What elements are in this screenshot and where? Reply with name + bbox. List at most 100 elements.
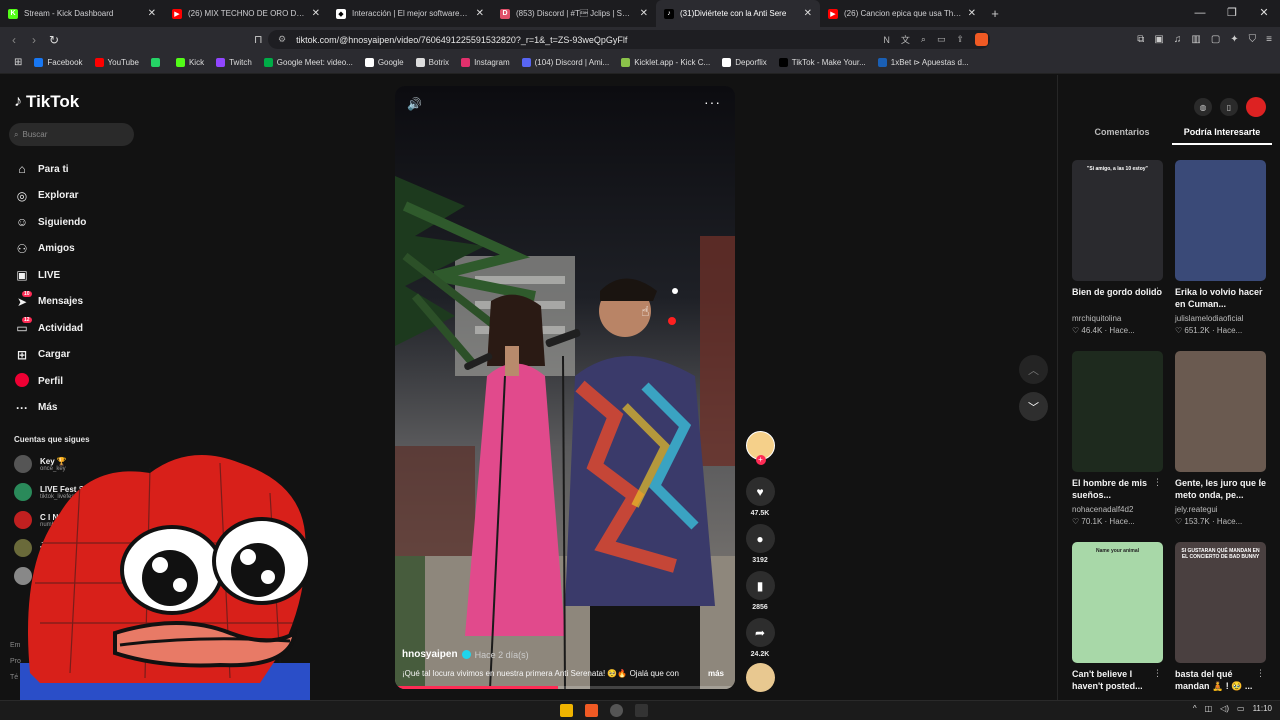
browser-tab[interactable]: K Stream - Kick Dashboard ✕ — [0, 0, 164, 27]
video-progress-bar[interactable] — [395, 686, 735, 689]
video-thumbnail[interactable] — [1175, 351, 1266, 472]
prev-video-button[interactable]: ︿ — [1019, 355, 1048, 384]
music-disc[interactable] — [744, 663, 776, 692]
reload-icon[interactable]: ↻ — [44, 33, 64, 47]
heart-icon[interactable]: ♥ — [745, 477, 775, 506]
video-card[interactable]: SI GUSTARAN QUÉ MANDAN EN EL CONCIERTO D… — [1175, 542, 1267, 692]
wallet-icon[interactable]: ▢ — [1211, 34, 1220, 45]
tab-close-icon[interactable]: ✕ — [804, 8, 812, 19]
video-card[interactable]: Erika lo volvio hacer en Cuman... ⋮ julisl… — [1175, 160, 1267, 335]
next-video-button[interactable]: ﹀ — [1019, 392, 1048, 421]
clock[interactable]: 11:10 — [1253, 704, 1272, 713]
bookmark-item[interactable]: Google Meet: video... — [258, 58, 359, 67]
video-thumbnail[interactable]: SI GUSTARAN QUÉ MANDAN EN EL CONCIERTO D… — [1175, 542, 1266, 663]
browser-tab[interactable]: ▶ (26) Cancion epica que usa TheGrefg ✕ — [820, 0, 984, 27]
bookmark-item[interactable]: Kick — [170, 58, 210, 67]
app-icon[interactable] — [635, 704, 648, 717]
tab-close-icon[interactable]: ✕ — [476, 8, 484, 19]
new-tab-icon[interactable]: + — [984, 6, 1006, 21]
video-card[interactable]: El hombre de mis sueños... ⋮ nohacenadalf4… — [1072, 351, 1164, 526]
tab-comments[interactable]: Comentarios — [1072, 127, 1172, 145]
video-more-icon[interactable]: ··· — [704, 94, 721, 110]
card-author[interactable]: jely.reategui — [1175, 505, 1267, 514]
nav-item-actividad[interactable]: ▭ 12 Actividad — [14, 315, 86, 342]
translate-icon[interactable]: 文 — [901, 33, 910, 46]
menu-icon[interactable]: ≡ — [1266, 34, 1272, 45]
card-more-icon[interactable]: ⋮ — [1153, 477, 1162, 488]
video-author[interactable]: hnosyaipen Hace 2 día(s) — [402, 649, 529, 660]
music-disc-icon[interactable] — [745, 663, 775, 692]
file-explorer-icon[interactable] — [560, 704, 573, 717]
card-more-icon[interactable]: ⋮ — [1153, 286, 1162, 297]
bookmark-item[interactable]: Botrix — [410, 58, 455, 67]
tray-arrow-icon[interactable]: ^ — [1193, 704, 1197, 713]
tiktok-logo[interactable]: ♪ TikTok — [14, 92, 79, 112]
extensions-icon[interactable]: ⧉ — [1137, 34, 1144, 45]
brave-taskbar-icon[interactable] — [585, 704, 598, 717]
leo-icon[interactable]: ✦ — [1230, 34, 1238, 45]
nav-item-siguiendo[interactable]: ☺ Siguiendo — [14, 209, 86, 236]
device-icon[interactable]: ▯ — [1220, 98, 1238, 116]
share-action[interactable]: ➦ 24.2K — [744, 618, 776, 658]
restore-icon[interactable]: ❐ — [1216, 0, 1248, 27]
url-bar[interactable]: ⚙ tiktok.com/@hnosyaipen/video/760649122… — [268, 30, 990, 49]
tab-close-icon[interactable]: ✕ — [148, 8, 156, 19]
user-avatar[interactable] — [1246, 97, 1266, 117]
extension-icon[interactable]: ▣ — [1154, 34, 1163, 45]
sidebar-toggle-icon[interactable]: ▥ — [1191, 34, 1200, 45]
nav-item-parati[interactable]: ⌂ Para ti — [14, 156, 86, 183]
coins-icon[interactable]: ◍ — [1194, 98, 1212, 116]
nav-item-mensajes[interactable]: ➤ 10 Mensajes — [14, 289, 86, 316]
browser-tab[interactable]: ♪ (31)Diviértete con la Anti Sere ✕ — [656, 0, 820, 27]
cast-icon[interactable]: ▭ — [937, 34, 946, 45]
bookmark-icon[interactable]: ▮ — [745, 571, 775, 600]
nav-item-live[interactable]: ▣ LIVE — [14, 262, 86, 289]
video-card[interactable]: Name your animal Can't believe I haven't … — [1072, 542, 1164, 692]
video-thumbnail[interactable] — [1072, 351, 1163, 472]
comment-action[interactable]: ● 3192 — [744, 524, 776, 564]
follow-plus-icon[interactable]: + — [755, 455, 766, 465]
browser-tab[interactable]: ▶ (26) MIX TECHNO DE ORO DE 80's & ✕ — [164, 0, 328, 27]
video-thumbnail[interactable]: Name your animal — [1072, 542, 1163, 663]
minimize-icon[interactable]: — — [1184, 0, 1216, 27]
tab-close-icon[interactable]: ✕ — [312, 8, 320, 19]
bookmark-item[interactable]: Instagram — [455, 58, 516, 67]
card-more-icon[interactable]: ⋮ — [1153, 668, 1162, 679]
avatar[interactable]: + — [745, 431, 775, 465]
bookmark-item[interactable]: Kicklet.app - Kick C... — [615, 58, 716, 67]
share-page-icon[interactable]: ⇪ — [956, 34, 964, 45]
media-icon[interactable]: ♫ — [1174, 34, 1182, 45]
bookmark-action[interactable]: ▮ 2856 — [744, 571, 776, 611]
video-thumbnail[interactable] — [1175, 160, 1266, 281]
volume-tray-icon[interactable]: ◁) — [1220, 704, 1229, 713]
card-more-icon[interactable]: ⋮ — [1256, 477, 1265, 488]
heart-action[interactable]: ♥ 47.5K — [744, 477, 776, 517]
tab-close-icon[interactable]: ✕ — [968, 8, 976, 19]
bookmark-item[interactable]: Deporflix — [716, 58, 773, 67]
forward-icon[interactable]: › — [24, 33, 44, 47]
bookmark-page-icon[interactable]: ⊓ — [254, 33, 263, 46]
tab-recommended[interactable]: Podría Interesarte — [1172, 127, 1272, 145]
apps-icon[interactable]: ⊞ — [8, 57, 28, 68]
network-icon[interactable]: ◫ — [1205, 704, 1213, 713]
bookmark-item[interactable] — [145, 58, 170, 67]
video-card[interactable]: "Si amigo, a las 10 estoy" Bien de gordo … — [1072, 160, 1164, 335]
bookmark-item[interactable]: Facebook — [28, 58, 88, 67]
nav-item-ms[interactable]: ··· Más — [14, 395, 86, 422]
zoom-icon[interactable]: ⌕ — [921, 34, 926, 45]
browser-tab[interactable]: ◆ Interacción | El mejor software para p ✕ — [328, 0, 492, 27]
search-input[interactable]: ⌕ Buscar — [9, 123, 134, 146]
video-username[interactable]: hnosyaipen — [402, 649, 458, 660]
card-author[interactable]: nohacenadalf4d2 — [1072, 505, 1164, 514]
comment-icon[interactable]: ● — [745, 524, 775, 553]
browser-tab[interactable]: D (853) Discord | #T Jclips | SAPOLIC ✕ — [492, 0, 656, 27]
creator-avatar[interactable]: + — [744, 431, 776, 465]
card-author[interactable]: julislamelodiaoficial — [1175, 314, 1267, 323]
nav-item-cargar[interactable]: ⊞ Cargar — [14, 342, 86, 369]
reader-icon[interactable]: N — [883, 35, 890, 45]
video-player[interactable]: 🔊 ··· hnosyaipen Hace 2 día(s) ¡Qué tal … — [395, 86, 735, 689]
bookmark-item[interactable]: (104) Discord | Ami... — [516, 58, 616, 67]
battery-icon[interactable]: ▭ — [1237, 704, 1245, 713]
obs-icon[interactable] — [610, 704, 623, 717]
video-thumbnail[interactable]: "Si amigo, a las 10 estoy" — [1072, 160, 1163, 281]
